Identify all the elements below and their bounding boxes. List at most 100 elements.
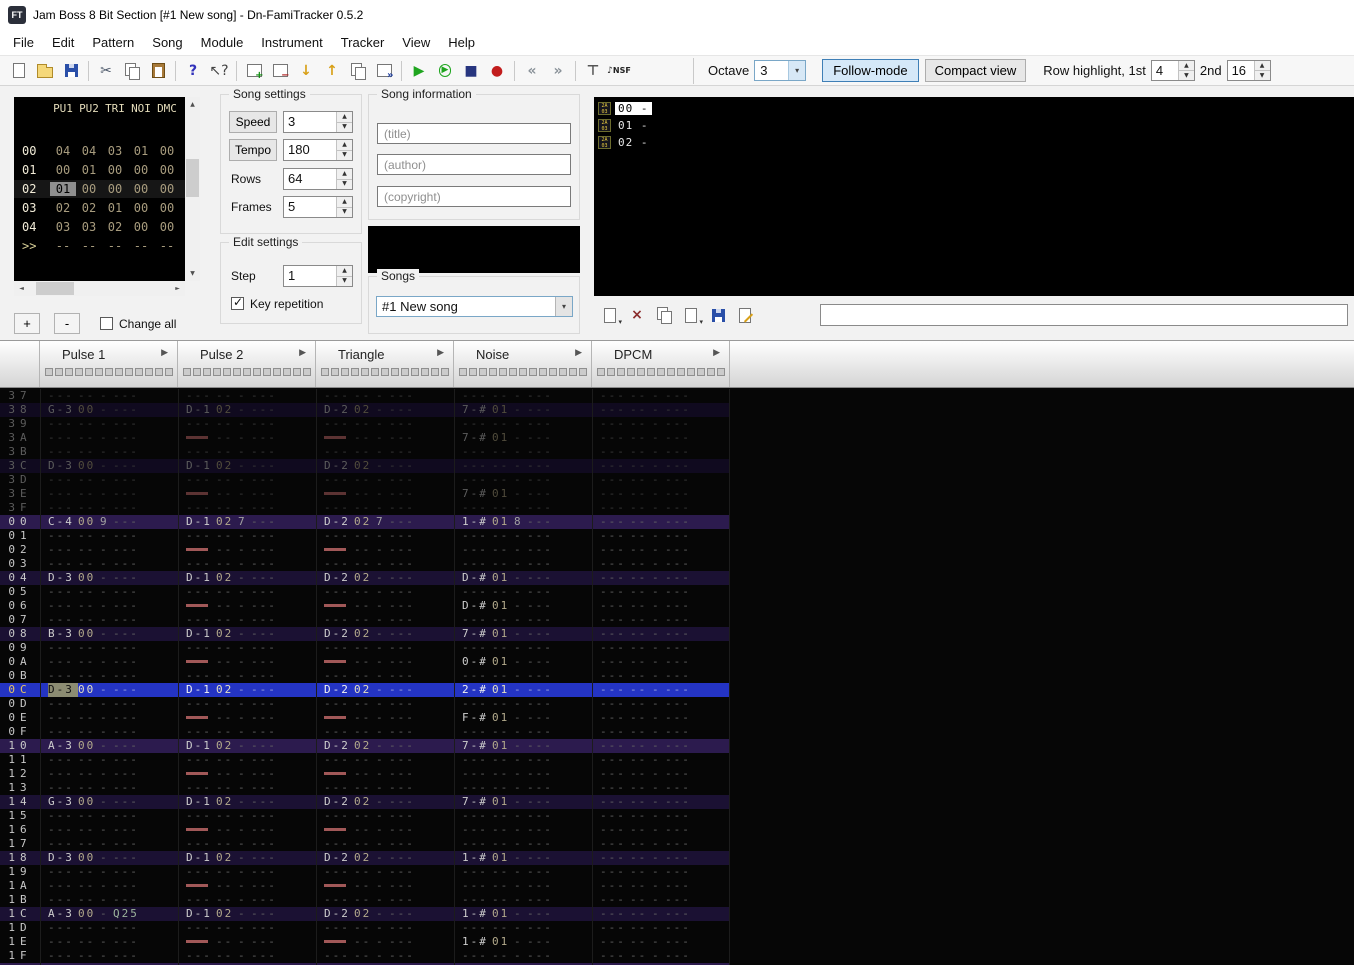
pattern-cell[interactable]: --------- — [40, 711, 178, 725]
pattern-row-04[interactable]: 04 D-3 00- --- D-1 02- --- D-2 02- --- D-# 01- --- --… — [0, 571, 730, 585]
pattern-cell[interactable]: --------- — [592, 613, 730, 627]
pattern-cell[interactable]: --------- — [40, 935, 178, 949]
next-song-icon[interactable]: » — [545, 59, 571, 83]
pattern-cell[interactable]: --------- — [316, 837, 454, 851]
spin-up-icon[interactable]: ▲ — [337, 112, 352, 123]
pattern-cell[interactable]: --------- — [592, 515, 730, 529]
spin-down-icon[interactable]: ▼ — [337, 179, 352, 189]
pattern-cell[interactable]: -- - --- — [178, 823, 316, 837]
pattern-row-03[interactable]: 03 --- -- - --- --- -- - --- --- -- - --- --- -- - --- --… — [0, 557, 730, 571]
pattern-cell[interactable]: D-300---- — [40, 571, 178, 585]
pattern-cell[interactable]: --------- — [454, 585, 592, 599]
pattern-cell[interactable]: --------- — [178, 613, 316, 627]
pattern-cell[interactable]: D-#01---- — [454, 599, 592, 613]
pattern-cell[interactable]: --------- — [592, 585, 730, 599]
frame-row-01[interactable]: 01 00 01 00 00 00 — [14, 161, 185, 179]
pattern-cell[interactable]: --------- — [178, 641, 316, 655]
pattern-row-10[interactable]: 10 A-3 00- --- D-1 02- --- D-2 02- --- 7-# 01- --- --… — [0, 739, 730, 753]
pattern-cell[interactable]: --------- — [454, 613, 592, 627]
pattern-cell[interactable]: --------- — [178, 417, 316, 431]
pattern-cell[interactable]: --------- — [454, 459, 592, 473]
pattern-cell[interactable]: -- - --- — [316, 543, 454, 557]
channel-header-pulse-1[interactable]: Pulse 1 ▶ — [40, 341, 178, 387]
pattern-row-37[interactable]: 37 --- -- - --- --- -- - --- --- -- - --- --- -- - --- --… — [0, 389, 730, 403]
instrument-editor-icon[interactable]: ⊤ — [580, 59, 606, 83]
pattern-cell[interactable]: -- - --- — [178, 879, 316, 893]
pattern-cell[interactable]: --------- — [40, 893, 178, 907]
pattern-cell[interactable]: -- - --- — [178, 935, 316, 949]
pattern-cell[interactable]: --------- — [454, 893, 592, 907]
spinner-arrows[interactable]: ▲ ▼ — [336, 266, 352, 286]
pattern-cell[interactable]: --------- — [316, 389, 454, 403]
channel-expand-icon[interactable]: ▶ — [575, 348, 582, 358]
pattern-cell[interactable]: --------- — [592, 403, 730, 417]
pattern-cell[interactable]: 1-# 01- --- — [454, 935, 592, 949]
pattern-cell[interactable]: --------- — [592, 529, 730, 543]
pattern-cell[interactable]: --------- — [592, 389, 730, 403]
pattern-cell[interactable]: D-202---- — [316, 571, 454, 585]
pattern-cell[interactable]: F-# 01- --- — [454, 711, 592, 725]
channel-header-dpcm[interactable]: DPCM ▶ — [592, 341, 730, 387]
spin-down-icon[interactable]: ▼ — [337, 276, 352, 286]
pattern-cell[interactable]: --------- — [592, 781, 730, 795]
pattern-cell[interactable]: --------- — [178, 585, 316, 599]
pattern-cell[interactable]: --------- — [316, 641, 454, 655]
pattern-cell[interactable]: C-4 00 9 --- — [40, 515, 178, 529]
row-highlight-2nd-spinner[interactable]: 16 ▲ ▼ — [1226, 60, 1271, 81]
menu-help[interactable]: Help — [439, 30, 484, 56]
change-all-checkbox[interactable] — [100, 317, 113, 330]
tempo-spinner[interactable]: 180 ▲ ▼ — [283, 139, 353, 161]
pattern-cell[interactable]: --------- — [40, 585, 178, 599]
pattern-cell[interactable]: --------- — [592, 865, 730, 879]
pattern-row-0B[interactable]: 0B --- -- - --- --- -- - --- --- -- - --- --- -- - --- --… — [0, 669, 730, 683]
pattern-cell[interactable]: --------- — [454, 529, 592, 543]
pattern-cell[interactable]: --------- — [316, 669, 454, 683]
pattern-row-16[interactable]: 16 --- -- - --- -- - --- -- - --- --- -- - --- --- -- - --… — [0, 823, 730, 837]
pattern-cell[interactable]: --------- — [40, 781, 178, 795]
pattern-cell[interactable]: 7-# 01- --- — [454, 403, 592, 417]
pattern-cell[interactable]: D-202---- — [316, 683, 454, 697]
pattern-cell[interactable]: --------- — [454, 725, 592, 739]
pattern-row-12[interactable]: 12 --- -- - --- -- - --- -- - --- --- -- - --- --- -- - --… — [0, 767, 730, 781]
pattern-row-15[interactable]: 15 --- -- - --- --- -- - --- --- -- - --- --- -- - --- --… — [0, 809, 730, 823]
menu-edit[interactable]: Edit — [43, 30, 83, 56]
pattern-cell[interactable]: --------- — [178, 949, 316, 963]
pattern-cell[interactable]: --------- — [454, 697, 592, 711]
pattern-cell[interactable]: --------- — [178, 697, 316, 711]
pattern-cell[interactable]: D-102---- — [178, 459, 316, 473]
pattern-row-00[interactable]: 00 C-4 00 9 --- D-1 02 7 --- D-2 02 7 --- 1-# 01 8 --- --… — [0, 515, 730, 529]
frame-editor-vscrollbar[interactable]: ▲ ▼ — [185, 97, 200, 281]
pattern-cell[interactable]: --------- — [592, 655, 730, 669]
pattern-cell[interactable]: --------- — [592, 473, 730, 487]
pattern-cell[interactable]: --------- — [592, 501, 730, 515]
pattern-cell[interactable]: --------- — [316, 585, 454, 599]
frame-row--[interactable]: >> -- -- -- -- -- — [14, 237, 185, 255]
pattern-cell[interactable]: --------- — [178, 921, 316, 935]
menu-file[interactable]: File — [4, 30, 43, 56]
pattern-cell[interactable]: -- - --- — [316, 431, 454, 445]
spinner-arrows[interactable]: ▲ ▼ — [1177, 61, 1194, 80]
spin-up-icon[interactable]: ▲ — [337, 169, 352, 180]
pattern-cell[interactable]: --------- — [454, 837, 592, 851]
pattern-cell[interactable]: --------- — [592, 725, 730, 739]
speed-spinner[interactable]: 3 ▲ ▼ — [283, 111, 353, 133]
scroll-right-icon[interactable]: ► — [170, 281, 185, 296]
pattern-cell[interactable]: --------- — [40, 417, 178, 431]
new-file-icon[interactable] — [6, 59, 32, 83]
pattern-cell[interactable]: -- - --- — [178, 599, 316, 613]
pattern-row-07[interactable]: 07 --- -- - --- --- -- - --- --- -- - --- --- -- - --- --… — [0, 613, 730, 627]
frame-row-00[interactable]: 00 04 04 03 01 00 — [14, 142, 185, 160]
pattern-cell[interactable]: --------- — [454, 557, 592, 571]
channel-expand-icon[interactable]: ▶ — [161, 348, 168, 358]
add-frame-icon[interactable]: + — [241, 59, 267, 83]
pattern-cell[interactable]: --------- — [592, 599, 730, 613]
pattern-cell[interactable]: G-3 00- --- — [40, 403, 178, 417]
menu-tracker[interactable]: Tracker — [332, 30, 394, 56]
pattern-cell[interactable]: --------- — [454, 809, 592, 823]
pattern-cell[interactable]: --------- — [178, 501, 316, 515]
pattern-cell[interactable]: --------- — [592, 795, 730, 809]
pattern-cell[interactable]: --------- — [592, 571, 730, 585]
spin-up-icon[interactable]: ▲ — [1254, 61, 1270, 71]
pattern-cell[interactable]: --------- — [592, 879, 730, 893]
pattern-cell[interactable]: -- - --- — [178, 543, 316, 557]
